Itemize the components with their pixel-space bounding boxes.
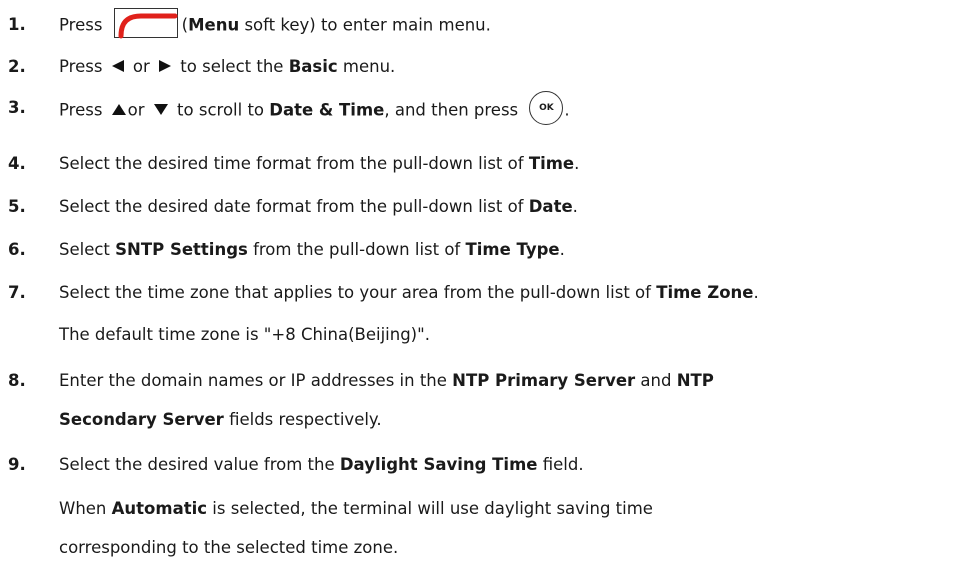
bold-term: NTP xyxy=(676,371,714,390)
text-fragment: Select xyxy=(59,240,116,259)
text-fragment: . xyxy=(572,197,578,216)
step-note-text: The default time zone is "+8 China(Beiji… xyxy=(59,325,430,344)
text-fragment: When xyxy=(59,499,112,518)
step-number: 5. xyxy=(8,197,26,216)
step-number: 3. xyxy=(8,98,26,117)
bold-term: NTP Primary Server xyxy=(452,371,636,390)
text-fragment: Select the desired value from the xyxy=(59,455,340,474)
text-fragment: Select the desired date format from the … xyxy=(59,197,529,216)
step-number: 9. xyxy=(8,455,26,474)
bold-term: SNTP Settings xyxy=(115,240,248,259)
text-fragment: to select the xyxy=(175,57,289,76)
step-text: Select the time zone that applies to you… xyxy=(59,282,759,304)
text-fragment: is selected, the terminal will use dayli… xyxy=(207,499,653,518)
text-fragment: or xyxy=(127,57,156,76)
instruction-list: 1. Press (Menu soft key) to enter main m… xyxy=(0,0,955,585)
step-text: Select the desired date format from the … xyxy=(59,196,578,218)
text-fragment: to scroll to xyxy=(171,100,270,120)
step-number: 6. xyxy=(8,240,26,259)
left-arrow-icon xyxy=(111,60,124,72)
step-text: Select the desired time format from the … xyxy=(59,153,579,175)
step-text: Enter the domain names or IP addresses i… xyxy=(59,370,714,392)
step-number: 4. xyxy=(8,154,26,173)
text-fragment: from the pull-down list of xyxy=(247,240,466,259)
text-fragment: soft key) to enter main menu. xyxy=(239,15,491,35)
bold-term: Daylight Saving Time xyxy=(339,455,538,474)
text-fragment: Select the time zone that applies to you… xyxy=(59,283,657,302)
text-fragment: , and then press xyxy=(384,100,524,120)
text-fragment: menu. xyxy=(337,57,396,76)
text-fragment: and xyxy=(635,371,677,390)
step-note-text: When Automatic is selected, the terminal… xyxy=(59,498,653,520)
menu-soft-key-icon xyxy=(113,8,178,39)
step-number: 1. xyxy=(8,15,26,34)
step-number: 2. xyxy=(8,57,26,76)
text-fragment: or xyxy=(127,100,150,120)
right-arrow-icon xyxy=(159,60,172,72)
ok-key-icon: OK xyxy=(529,91,564,125)
step-number: 8. xyxy=(8,371,26,390)
text-fragment: . xyxy=(574,154,580,173)
text-fragment: Press xyxy=(59,100,108,120)
step-text: Press (Menu soft key) to enter main menu… xyxy=(59,8,491,39)
bold-term: Date xyxy=(528,197,573,216)
step-text: Secondary Server fields respectively. xyxy=(59,409,382,431)
text-fragment: fields respectively. xyxy=(223,410,382,429)
bold-term: Secondary Server xyxy=(59,410,224,429)
text-fragment: . xyxy=(559,240,565,259)
text-fragment: Enter the domain names or IP addresses i… xyxy=(59,371,453,390)
step-text: Press or to select the Basic menu. xyxy=(59,56,395,78)
text-fragment: Press xyxy=(59,57,108,76)
step-note-text: corresponding to the selected time zone. xyxy=(59,538,399,557)
step-text: Press or to scroll to Date & Time, and t… xyxy=(59,91,570,125)
step-text: Select the desired value from the Daylig… xyxy=(59,454,584,476)
down-arrow-icon xyxy=(153,104,168,115)
text-fragment: . xyxy=(564,100,570,120)
text-fragment: field. xyxy=(537,455,584,474)
bold-term: Time Zone xyxy=(656,283,754,302)
bold-term: Time Type xyxy=(465,240,560,259)
text-fragment: Select the desired time format from the … xyxy=(59,154,529,173)
text-fragment: . xyxy=(753,283,759,302)
bold-term: Time xyxy=(528,154,575,173)
bold-term: Date & Time xyxy=(269,100,385,120)
text-fragment: Press xyxy=(59,15,108,35)
bold-term: Menu xyxy=(188,15,240,35)
step-text: Select SNTP Settings from the pull-down … xyxy=(59,239,565,261)
bold-term: Basic xyxy=(288,57,338,76)
bold-term: Automatic xyxy=(111,499,208,518)
up-arrow-icon xyxy=(111,104,126,115)
step-number: 7. xyxy=(8,283,26,302)
